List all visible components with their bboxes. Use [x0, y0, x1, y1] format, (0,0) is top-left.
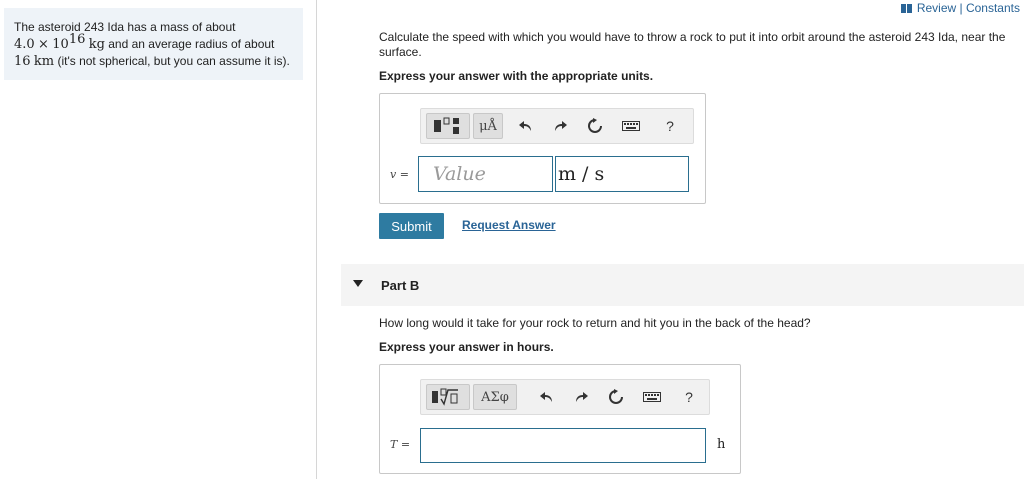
caret-down-icon — [353, 280, 363, 287]
part-a-instruction: Express your answer with the appropriate… — [379, 69, 654, 83]
templates-button[interactable] — [426, 113, 470, 139]
undo-icon[interactable] — [513, 113, 539, 139]
times-sign: × — [38, 36, 49, 52]
panel-divider — [316, 0, 317, 479]
part-b-variable: T = — [390, 438, 411, 451]
part-a-question: Calculate the speed with which you would… — [379, 30, 1006, 59]
problem-statement: The asteroid 243 Ida has a mass of about… — [4, 8, 303, 80]
mass-exponent: 16 — [68, 31, 86, 47]
request-answer-link[interactable]: Request Answer — [462, 218, 556, 232]
greek-symbols-button[interactable]: ΑΣφ — [473, 384, 517, 410]
value-input[interactable]: Value — [418, 156, 553, 192]
part-b-toolbar: ΑΣφ ? — [420, 379, 710, 415]
reset-icon[interactable] — [603, 384, 629, 410]
mass-mantissa: 4.0 — [14, 36, 35, 52]
reset-icon[interactable] — [582, 113, 608, 139]
hours-input[interactable] — [420, 428, 706, 463]
review-constants-label: Review | Constants — [916, 1, 1020, 15]
problem-line-3-rest: (it's not spherical, but you can assume … — [54, 54, 290, 68]
mass-base: 10 — [52, 36, 69, 52]
review-constants-link[interactable]: Review | Constants — [900, 1, 1020, 15]
part-b-instruction: Express your answer in hours. — [379, 340, 554, 354]
book-icon — [900, 3, 912, 13]
redo-icon[interactable] — [568, 384, 594, 410]
mass-unit: kg — [88, 36, 105, 52]
undo-icon[interactable] — [534, 384, 560, 410]
problem-line-1: The asteroid 243 Ida has a mass of about — [14, 20, 236, 34]
redo-icon[interactable] — [547, 113, 573, 139]
unit-input[interactable]: m / s — [555, 156, 689, 192]
part-b-label: Part B — [381, 278, 420, 293]
radius-unit: km — [33, 54, 55, 69]
math-templates-button[interactable] — [426, 384, 470, 410]
radical-templates-icon — [432, 388, 458, 406]
units-button[interactable]: μÅ — [473, 113, 503, 139]
part-b-header[interactable]: Part B — [341, 264, 1024, 306]
part-a-answer-box: μÅ ? v = Value m / s — [379, 93, 706, 204]
help-button[interactable]: ? — [657, 113, 683, 139]
part-a-variable: v = — [390, 168, 409, 181]
help-button[interactable]: ? — [676, 384, 702, 410]
hours-unit: h — [717, 437, 726, 452]
submit-button[interactable]: Submit — [379, 213, 444, 239]
keyboard-icon[interactable] — [618, 113, 644, 139]
problem-line-3: 16 km (it's not spherical, but you can a… — [14, 53, 293, 71]
part-b-question: How long would it take for your rock to … — [379, 316, 811, 330]
templates-icon — [434, 117, 459, 134]
part-b-answer-box: ΑΣφ ? T = h — [379, 364, 741, 474]
keyboard-icon[interactable] — [639, 384, 665, 410]
problem-line-2: 4.0 × 1016 kg and an average radius of a… — [14, 33, 293, 54]
problem-line-2-rest: and an average radius of about — [104, 36, 275, 51]
part-a-toolbar: μÅ ? — [420, 108, 694, 144]
radius-value: 16 — [14, 54, 31, 69]
